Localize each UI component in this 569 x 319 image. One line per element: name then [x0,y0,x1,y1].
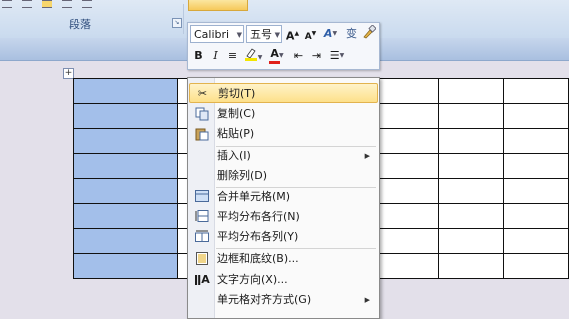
chevron-down-icon: ▼ [274,31,280,39]
align-center-icon[interactable] [22,0,32,8]
menu-item-cut[interactable]: ✂ 剪切(T) [189,83,378,103]
justify-icon[interactable] [62,0,72,8]
menu-item-delete-column[interactable]: 删除列(D) [189,166,378,186]
distribute-columns-icon [194,230,209,244]
menu-item-label: 合并单元格(M) [217,190,291,203]
ribbon-selected-style[interactable] [188,0,248,11]
menu-item-cell-alignment[interactable]: 单元格对齐方式(G) ▶ [189,290,378,310]
shrink-font-button[interactable]: A▼ [302,25,319,43]
borders-icon [194,252,209,266]
align-right-icon[interactable] [42,0,52,8]
font-name-value: Calibri [194,28,230,41]
menu-item-label: 边框和底纹(B)... [217,252,299,265]
grow-font-button[interactable]: A▲ [284,25,301,43]
format-painter-icon[interactable] [360,24,377,43]
menu-item-distribute-columns[interactable]: 平均分布各列(Y) [189,227,378,247]
bold-button[interactable]: B [190,47,207,65]
phonetic-guide-button[interactable]: 变 [343,25,360,43]
menu-item-paste[interactable]: 粘贴(P) [189,124,378,144]
menu-item-merge-cells[interactable]: 合并单元格(M) [189,187,378,207]
menu-item-label: 剪切(T) [218,87,256,100]
font-size-value: 五号 [250,28,272,41]
menu-item-label: 插入(I) [217,149,251,162]
scissors-icon: ✂ [197,87,208,100]
decrease-indent-icon[interactable]: ⇤ [290,47,307,65]
bullets-icon[interactable]: ☰▼ [326,47,348,65]
menu-item-label: 单元格对齐方式(G) [217,293,312,306]
line-spacing-icon[interactable] [82,0,92,8]
font-color-button[interactable]: A▼ [266,47,288,65]
menu-item-label: 平均分布各行(N) [217,210,300,223]
menu-item-label: 复制(C) [217,107,256,120]
context-menu: ✂ 剪切(T) 复制(C) 粘贴(P) 插入(I) ▶ 删除列(D) 合并单元格… [187,77,380,319]
copy-icon [194,107,209,121]
ribbon-group-label: 段落 [69,18,91,31]
menu-item-copy[interactable]: 复制(C) [189,104,378,124]
text-direction-icon: ǁA [194,273,210,286]
align-left-icon[interactable] [2,0,12,8]
font-size-combo[interactable]: 五号 ▼ [246,25,282,43]
chevron-down-icon: ▼ [236,31,242,39]
menu-item-label: 平均分布各列(Y) [217,230,299,243]
font-name-combo[interactable]: Calibri ▼ [190,25,244,43]
highlight-color-icon[interactable]: ▼ [242,47,264,65]
submenu-arrow-icon: ▶ [364,152,370,160]
menu-item-text-direction[interactable]: ǁA 文字方向(X)... [189,270,378,290]
italic-button[interactable]: I [207,47,224,65]
paste-icon [194,127,209,141]
center-align-icon[interactable]: ≡ [224,47,241,65]
distribute-rows-icon [194,210,209,224]
menu-item-borders-shading[interactable]: 边框和底纹(B)... [189,249,378,269]
merge-cells-icon [194,190,209,204]
styles-button[interactable]: A▼ [322,25,339,43]
ribbon-group-divider [183,4,184,34]
dialog-launcher-icon[interactable]: ↘ [172,18,182,28]
increase-indent-icon[interactable]: ⇥ [308,47,325,65]
menu-item-insert[interactable]: 插入(I) ▶ [189,146,378,166]
menu-item-label: 粘贴(P) [217,127,255,140]
paragraph-align-buttons[interactable] [0,0,110,10]
menu-item-distribute-rows[interactable]: 平均分布各行(N) [189,207,378,227]
menu-item-label: 删除列(D) [217,169,268,182]
submenu-arrow-icon: ▶ [364,296,370,304]
mini-toolbar: Calibri ▼ 五号 ▼ A▲ A▼ A▼ 变 B I ≡ ▼ A▼ ⇤ ⇥ ☰… [187,22,380,70]
menu-item-label: 文字方向(X)... [217,273,288,286]
